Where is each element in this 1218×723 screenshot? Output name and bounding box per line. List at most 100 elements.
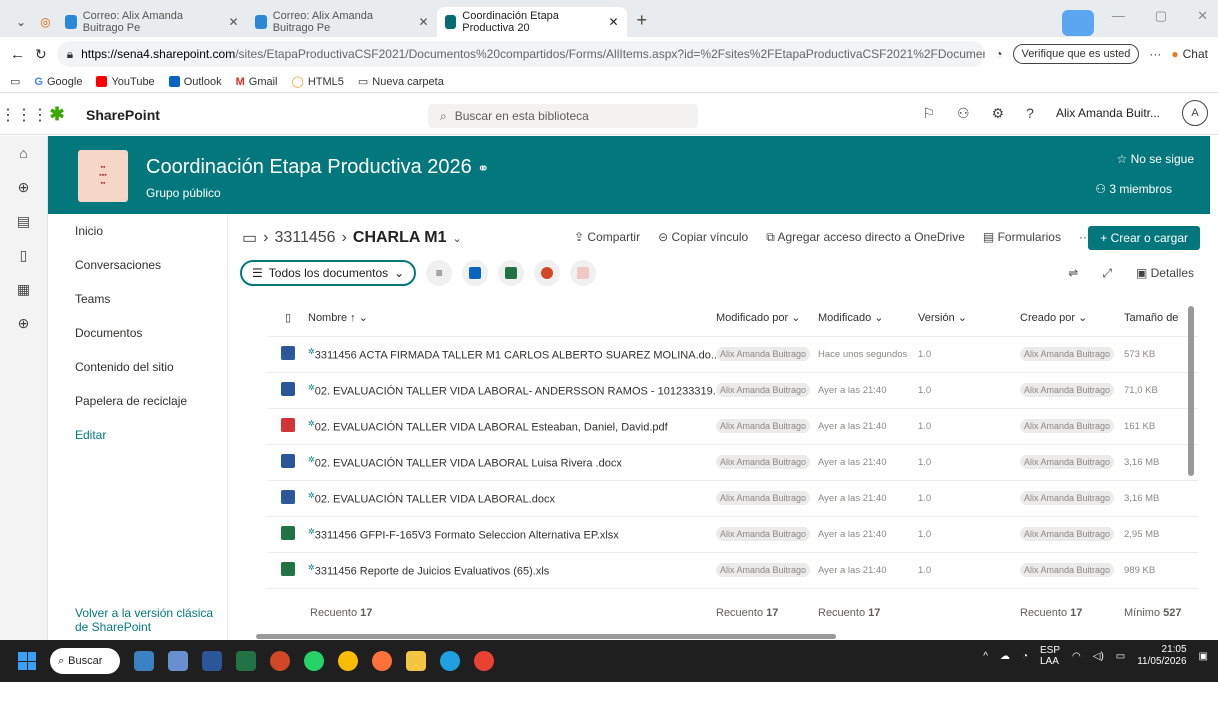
close-tab-icon[interactable]: ✕ xyxy=(228,15,238,29)
classic-view-link[interactable]: Volver a la versión clásica de SharePoin… xyxy=(75,606,225,634)
expand-icon[interactable]: ⤢ xyxy=(1102,266,1112,281)
follow-button[interactable]: ☆ No se sigue xyxy=(1117,152,1194,166)
view-selector[interactable]: ☰ Todos los documentos ⌄ xyxy=(240,260,417,286)
breadcrumb-current[interactable]: CHARLA M1 xyxy=(353,229,447,247)
created-by-persona[interactable]: Alix Amanda Buitrago xyxy=(1020,383,1115,397)
settings-gear-icon[interactable]: ⚙ xyxy=(992,105,1005,122)
table-row[interactable]: ✲02. EVALUACIÓN TALLER VIDA LABORAL- AND… xyxy=(268,372,1198,409)
whatsapp-taskbar-icon[interactable] xyxy=(304,651,324,671)
powerpoint-taskbar-icon[interactable] xyxy=(270,651,290,671)
copilot-address-icon[interactable]: ◔ xyxy=(995,47,1002,61)
modified-by-persona[interactable]: Alix Amanda Buitrago xyxy=(716,527,811,541)
created-by-persona[interactable]: Alix Amanda Buitrago xyxy=(1020,347,1115,361)
add-shortcut-button[interactable]: ⧉ Agregar acceso directo a OneDrive xyxy=(766,230,965,245)
browser-menu-icon[interactable]: ⌄ xyxy=(8,15,34,37)
new-tab-button[interactable]: + xyxy=(627,10,658,37)
more-icon[interactable]: ··· xyxy=(1149,47,1161,61)
verify-identity-button[interactable]: Verifique que es usted xyxy=(1012,44,1140,64)
home-icon[interactable]: ⌂ xyxy=(0,136,47,170)
excel-taskbar-icon[interactable] xyxy=(236,651,256,671)
scroll-thumb[interactable] xyxy=(1188,306,1194,476)
horizontal-scrollbar[interactable] xyxy=(248,632,1208,640)
forms-button[interactable]: ▤ Formularios xyxy=(983,230,1061,245)
breadcrumb-parent[interactable]: 3311456 xyxy=(274,229,335,247)
user-name[interactable]: Alix Amanda Buitr... xyxy=(1056,106,1160,120)
site-logo[interactable]: ▪▪ ▪▪▪ ▪▪ xyxy=(78,150,128,202)
file-name[interactable]: ✲02. EVALUACIÓN TALLER VIDA LABORAL.docx xyxy=(308,480,716,517)
close-window-icon[interactable]: ✕ xyxy=(1197,8,1208,24)
lists-icon[interactable]: ▦ xyxy=(0,272,47,306)
table-row[interactable]: ✲02. EVALUACIÓN TALLER VIDA LABORAL.docx… xyxy=(268,480,1198,517)
vertical-scrollbar[interactable] xyxy=(1188,294,1194,594)
created-by-persona[interactable]: Alix Amanda Buitrago xyxy=(1020,419,1115,433)
file-name[interactable]: ✲3311456 Reporte de Juicios Evaluativos … xyxy=(308,552,716,589)
file-name[interactable]: ✲3311456 ACTA FIRMADA TALLER M1 CARLOS A… xyxy=(308,336,716,373)
onedrive-icon[interactable]: ☁ xyxy=(1000,651,1010,662)
nav-item-documentos[interactable]: Documentos xyxy=(48,316,227,350)
avatar[interactable]: A xyxy=(1182,100,1208,126)
column-header-modified[interactable]: Modificado ⌄ xyxy=(814,300,918,337)
modified-by-persona[interactable]: Alix Amanda Buitrago xyxy=(716,563,811,577)
modified-by-persona[interactable]: Alix Amanda Buitrago xyxy=(716,383,811,397)
help-icon[interactable]: ? xyxy=(1026,105,1034,121)
filter-icon[interactable]: ≡ xyxy=(426,260,453,286)
bookmark-youtube[interactable]: YouTube xyxy=(96,76,155,88)
copilot-icon[interactable] xyxy=(1062,10,1094,36)
file-name[interactable]: ✲02. EVALUACIÓN TALLER VIDA LABORAL- AND… xyxy=(308,372,716,409)
file-name[interactable]: ✲3311456 GFPI-F-165V3 Formato Seleccion … xyxy=(308,516,716,553)
app-name[interactable]: SharePoint xyxy=(86,107,160,123)
url-field[interactable]: 🔒︎ https://sena4.sharepoint.com/sites/Et… xyxy=(56,41,986,67)
browser-tab-2[interactable]: Correo: Alix Amanda Buitrago Pe ✕ xyxy=(247,7,437,37)
share-people-icon[interactable]: ⚇ xyxy=(957,105,970,122)
taskbar-app-icon[interactable] xyxy=(168,651,188,671)
file-name[interactable]: ✲02. EVALUACIÓN TALLER VIDA LABORAL Este… xyxy=(308,408,716,445)
close-tab-icon[interactable]: ✕ xyxy=(608,15,618,29)
clock[interactable]: 21:05 11/05/2026 xyxy=(1137,644,1186,668)
sort-options-icon[interactable]: ⇌ xyxy=(1068,266,1078,281)
file-name[interactable]: ✲02. EVALUACIÓN TALLER VIDA LABORAL Luis… xyxy=(308,444,716,481)
close-tab-icon[interactable]: ✕ xyxy=(418,15,428,29)
nav-item-conversaciones[interactable]: Conversaciones xyxy=(48,248,227,282)
share-button[interactable]: ⇪ Compartir xyxy=(574,230,640,245)
minimize-icon[interactable]: — xyxy=(1112,8,1125,24)
column-header-size[interactable]: Tamaño de xyxy=(1124,300,1198,337)
scroll-thumb[interactable] xyxy=(256,634,836,639)
bookmark-google[interactable]: G Google xyxy=(34,76,82,88)
taskbar-app-icon[interactable] xyxy=(134,651,154,671)
table-row[interactable]: ✲3311456 Reporte de Juicios Evaluativos … xyxy=(268,552,1198,589)
taskbar-search[interactable]: ⌕ Buscar xyxy=(50,648,120,674)
notifications-icon[interactable]: ▣ xyxy=(1199,651,1208,662)
nav-edit-link[interactable]: Editar xyxy=(48,418,227,452)
table-row[interactable]: ✲3311456 ACTA FIRMADA TALLER M1 CARLOS A… xyxy=(268,336,1198,373)
outlook-app-icon[interactable] xyxy=(462,260,489,286)
nav-item-contenido[interactable]: Contenido del sitio xyxy=(48,350,227,384)
file-icon[interactable]: ▯ xyxy=(0,238,47,272)
sena-logo-icon[interactable]: ✱ xyxy=(40,100,74,130)
search-input[interactable]: ⌕ Buscar en esta biblioteca xyxy=(428,104,698,128)
table-row[interactable]: ✲02. EVALUACIÓN TALLER VIDA LABORAL Luis… xyxy=(268,444,1198,481)
maximize-icon[interactable]: ▢ xyxy=(1155,8,1167,24)
chrome-taskbar-icon[interactable] xyxy=(338,651,358,671)
create-upload-button[interactable]: + Crear o cargar xyxy=(1088,226,1200,250)
word-taskbar-icon[interactable] xyxy=(202,651,222,671)
teams-icon[interactable]: ⚭ xyxy=(477,160,489,176)
browser-tab-3[interactable]: Coordinación Etapa Productiva 20 ✕ xyxy=(436,7,627,37)
created-by-persona[interactable]: Alix Amanda Buitrago xyxy=(1020,455,1115,469)
modified-by-persona[interactable]: Alix Amanda Buitrago xyxy=(716,491,811,505)
tray-overflow-icon[interactable]: ^ xyxy=(983,651,988,662)
copy-link-button[interactable]: ⊝ Copiar vínculo xyxy=(658,230,748,245)
battery-icon[interactable]: ▭ xyxy=(1116,651,1125,662)
column-header-name[interactable]: Nombre ↑ ⌄ xyxy=(308,300,716,337)
browser-tab-1[interactable]: Correo: Alix Amanda Buitrago Pe ✕ xyxy=(57,7,247,37)
back-icon[interactable]: ← xyxy=(10,46,25,63)
site-title[interactable]: Coordinación Etapa Productiva 2026 ⚭ xyxy=(146,156,489,179)
volume-icon[interactable]: ◁) xyxy=(1093,651,1104,662)
column-header-created-by[interactable]: Creado por ⌄ xyxy=(1020,300,1124,337)
language-indicator[interactable]: ESP LAA xyxy=(1040,645,1060,667)
column-header-version[interactable]: Versión ⌄ xyxy=(918,300,1020,337)
security-icon[interactable]: ◔ xyxy=(1022,651,1028,662)
chrome-taskbar-icon[interactable] xyxy=(474,651,494,671)
bookmark-outlook[interactable]: Outlook xyxy=(168,76,222,88)
modified-by-persona[interactable]: Alix Amanda Buitrago xyxy=(716,347,811,361)
globe-icon[interactable]: ⊕ xyxy=(0,170,47,204)
